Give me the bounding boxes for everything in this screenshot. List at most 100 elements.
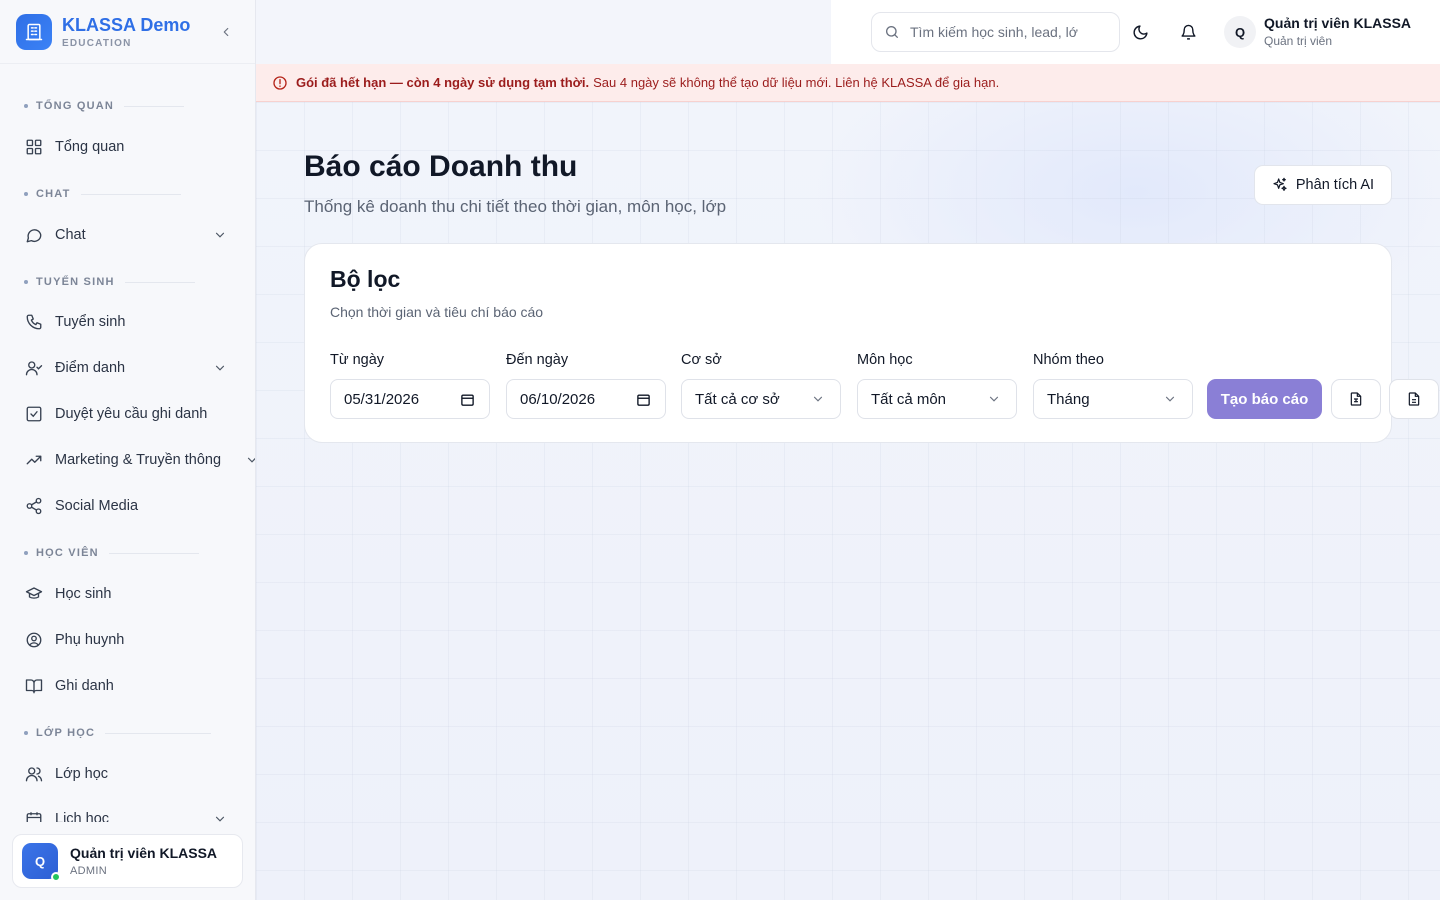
sidebar-item-attendance[interactable]: Điểm danh xyxy=(24,356,234,380)
dark-mode-toggle[interactable] xyxy=(1130,22,1150,42)
sidebar-item-label: Điểm danh xyxy=(55,360,126,376)
chevron-down-icon[interactable] xyxy=(210,225,230,245)
group-by-label: Nhóm theo xyxy=(1033,352,1104,368)
sidebar-item-enrollment[interactable]: Ghi danh xyxy=(24,674,234,698)
sidebar-user-card[interactable]: Q Quản trị viên KLASSA ADMIN xyxy=(12,834,243,888)
avatar[interactable]: Q xyxy=(1224,16,1256,48)
bell-icon xyxy=(1180,24,1196,40)
phone-icon xyxy=(24,312,44,332)
section-overview: TỔNG QUAN xyxy=(24,100,185,112)
sidebar-item-label: Học sinh xyxy=(55,586,112,602)
section-admissions: TUYỂN SINH xyxy=(24,276,195,288)
chevron-down-icon[interactable] xyxy=(242,450,255,470)
group-by-select[interactable]: Tháng xyxy=(1033,379,1193,419)
notifications-button[interactable] xyxy=(1178,22,1198,42)
export-pdf-button[interactable] xyxy=(1389,379,1439,419)
users-icon xyxy=(24,764,44,784)
sidebar-item-admissions[interactable]: Tuyển sinh xyxy=(24,310,234,334)
sidebar-item-overview[interactable]: Tổng quan xyxy=(24,135,234,159)
alert-circle-icon xyxy=(272,75,288,91)
sidebar-item-label: Social Media xyxy=(55,498,139,514)
subject-label: Môn học xyxy=(857,352,913,368)
alert-text: Sau 4 ngày sẽ không thể tạo dữ liệu mới.… xyxy=(593,75,1000,90)
search-icon xyxy=(886,26,898,38)
calendar-icon[interactable] xyxy=(634,390,652,408)
building-logo-icon xyxy=(16,13,52,50)
sidebar-item-label: Lớp học xyxy=(55,766,109,782)
sidebar-item-schedule[interactable]: Lịch học xyxy=(24,807,234,822)
subject-select[interactable]: Tất cả môn xyxy=(857,379,1017,419)
user-name: Quản trị viên KLASSA xyxy=(70,845,218,861)
chevron-down-icon[interactable] xyxy=(210,809,230,822)
avatar: Q xyxy=(22,843,61,882)
sidebar-item-social-media[interactable]: Social Media xyxy=(24,494,234,518)
collapse-sidebar-button[interactable] xyxy=(216,22,236,42)
from-date-input[interactable]: 05/31/2026 xyxy=(330,379,490,419)
section-chat: CHAT xyxy=(24,188,181,200)
moon-icon xyxy=(1133,24,1148,39)
main-background xyxy=(256,102,1440,900)
page-subtitle: Thống kê doanh thu chi tiết theo thời gi… xyxy=(304,197,727,216)
sidebar-item-students[interactable]: Học sinh xyxy=(24,582,234,606)
brand-subtitle: EDUCATION xyxy=(62,37,132,49)
sidebar-nav: TỔNG QUAN Tổng quan CHAT Chat TUYỂN SINH… xyxy=(0,64,255,822)
calendar-icon[interactable] xyxy=(458,390,476,408)
chevron-down-icon xyxy=(1161,390,1179,408)
subscription-alert: Gói đã hết hạn — còn 4 ngày sử dụng tạm … xyxy=(256,64,1440,102)
user-role: ADMIN xyxy=(70,865,107,877)
chevron-left-icon xyxy=(223,27,229,37)
sidebar-item-marketing[interactable]: Marketing & Truyền thông xyxy=(24,448,255,472)
filter-subtitle: Chọn thời gian và tiêu chí báo cáo xyxy=(330,304,544,320)
brand-header: KLASSA Demo EDUCATION xyxy=(0,0,255,64)
share-icon xyxy=(24,496,44,516)
ai-button-label: Phân tích AI xyxy=(1295,177,1375,193)
sidebar-item-label: Ghi danh xyxy=(55,678,114,694)
section-students: HỌC VIÊN xyxy=(24,547,199,559)
page-title: Báo cáo Doanh thu xyxy=(304,150,578,183)
sidebar: KLASSA Demo EDUCATION TỔNG QUAN Tổng qua… xyxy=(0,0,256,900)
sidebar-item-chat[interactable]: Chat xyxy=(24,223,234,247)
ai-analysis-button[interactable]: Phân tích AI xyxy=(1254,165,1392,205)
calendar-icon xyxy=(24,809,44,822)
search-input[interactable] xyxy=(910,24,1100,40)
top-bar: Q Quản trị viên KLASSA Quản trị viên xyxy=(831,0,1440,64)
file-text-icon xyxy=(1408,392,1420,406)
user-name: Quản trị viên KLASSA xyxy=(1264,15,1412,31)
file-spreadsheet-icon xyxy=(1350,392,1362,406)
chevron-down-icon[interactable] xyxy=(210,358,230,378)
branch-select[interactable]: Tất cả cơ sở xyxy=(681,379,841,419)
sparkles-icon xyxy=(1272,177,1288,193)
checkbox-icon xyxy=(24,404,44,424)
section-classes: LỚP HỌC xyxy=(24,727,212,739)
to-date-label: Đến ngày xyxy=(506,352,569,368)
book-open-icon xyxy=(24,676,44,696)
brand-title: KLASSA Demo xyxy=(62,14,191,35)
sidebar-item-label: Tổng quan xyxy=(55,139,125,155)
filter-title: Bộ lọc xyxy=(330,266,401,292)
sidebar-item-label: Chat xyxy=(55,227,86,243)
sidebar-item-label: Lịch học xyxy=(55,811,110,822)
sidebar-item-label: Phụ huynh xyxy=(55,632,125,648)
to-date-input[interactable]: 06/10/2026 xyxy=(506,379,666,419)
search-box[interactable] xyxy=(871,12,1120,52)
message-icon xyxy=(24,225,44,245)
sidebar-item-classes[interactable]: Lớp học xyxy=(24,762,234,786)
chevron-down-icon xyxy=(809,390,827,408)
sidebar-item-parents[interactable]: Phụ huynh xyxy=(24,628,234,652)
generate-report-button[interactable]: Tạo báo cáo xyxy=(1207,379,1322,419)
alert-bold-text: Gói đã hết hạn — còn 4 ngày sử dụng tạm … xyxy=(296,75,590,90)
online-status-dot xyxy=(51,872,61,882)
user-check-icon xyxy=(24,358,44,378)
user-circle-icon xyxy=(24,630,44,650)
topbar-user[interactable]: Quản trị viên KLASSA Quản trị viên xyxy=(1264,15,1411,48)
sidebar-item-label: Duyệt yêu cầu ghi danh xyxy=(55,406,208,422)
export-button[interactable] xyxy=(1331,379,1381,419)
chevron-down-icon xyxy=(985,390,1003,408)
branch-label: Cơ sở xyxy=(681,352,722,368)
sidebar-item-label: Tuyển sinh xyxy=(55,314,126,330)
sidebar-item-enrollment-requests[interactable]: Duyệt yêu cầu ghi danh xyxy=(24,402,234,426)
user-role: Quản trị viên xyxy=(1264,34,1333,48)
from-date-label: Từ ngày xyxy=(330,352,385,368)
graduation-cap-icon xyxy=(24,584,44,604)
grid-icon xyxy=(24,137,44,157)
